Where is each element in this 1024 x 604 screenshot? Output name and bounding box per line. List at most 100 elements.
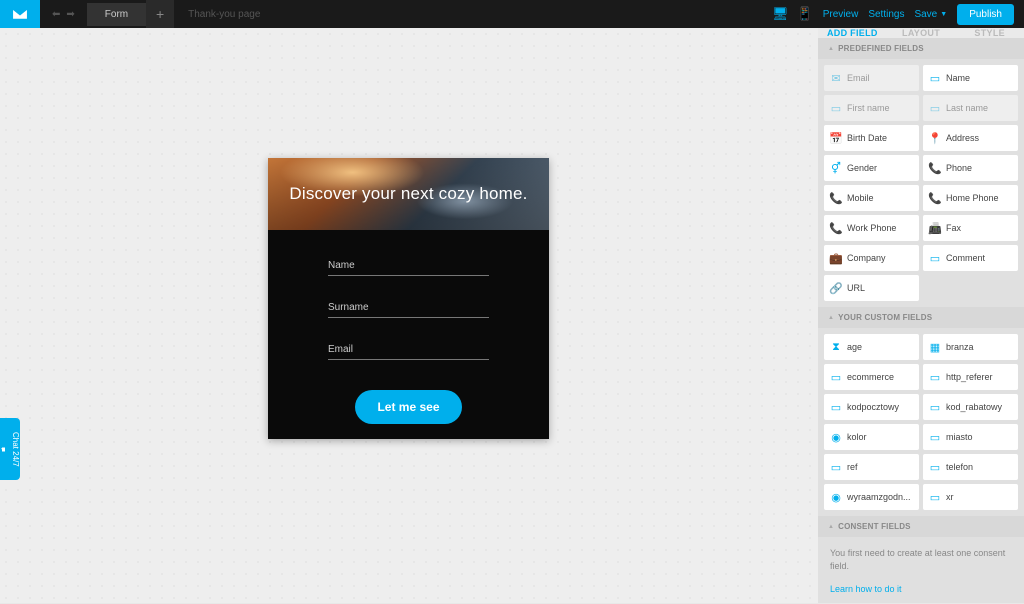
field-label: Comment	[946, 253, 985, 263]
field-label: miasto	[946, 432, 973, 442]
section-consent[interactable]: CONSENT FIELDS	[818, 516, 1024, 537]
back-arrow-icon[interactable]: ⬅	[52, 9, 60, 20]
chevron-down-icon: ▼	[940, 11, 947, 18]
link-icon: 🔗	[830, 282, 842, 294]
field-label: kodpocztowy	[847, 402, 899, 412]
hourglass-icon: ⧗	[830, 341, 842, 353]
tab-layout[interactable]: LAYOUT	[887, 28, 956, 38]
forward-arrow-icon[interactable]: ➡	[66, 9, 74, 20]
submit-button[interactable]: Let me see	[355, 390, 461, 424]
field-label: URL	[847, 283, 865, 293]
tab-style[interactable]: STYLE	[955, 28, 1024, 38]
field-label: age	[847, 342, 862, 352]
field-birth-date[interactable]: 📅 Birth Date	[824, 125, 919, 151]
history-arrows: ⬅ ➡	[40, 9, 87, 20]
email-input[interactable]	[328, 340, 489, 360]
field-fax[interactable]: 📠 Fax	[923, 215, 1018, 241]
field-name[interactable]: ▭ Name	[923, 65, 1018, 91]
field-label: ref	[847, 462, 858, 472]
tab-thank-you[interactable]: Thank-you page	[174, 3, 274, 26]
field-url[interactable]: 🔗 URL	[824, 275, 919, 301]
field-label: Home Phone	[946, 193, 999, 203]
pin-icon: 📍	[929, 132, 941, 144]
field-wyraamzgodn-[interactable]: ◉wyraamzgodn...	[824, 484, 919, 510]
save-dropdown[interactable]: Save ▼	[914, 9, 947, 20]
field-label: kod_rabatowy	[946, 402, 1002, 412]
settings-link[interactable]: Settings	[868, 9, 904, 20]
preview-link[interactable]: Preview	[823, 9, 859, 20]
box-icon: ▭	[830, 401, 842, 413]
section-predefined[interactable]: PREDEFINED FIELDS	[818, 38, 1024, 59]
field-home-phone[interactable]: 📞Home Phone	[923, 185, 1018, 211]
field-label: kolor	[847, 432, 867, 442]
field-last-name: ▭Last name	[923, 95, 1018, 121]
box-icon: ▭	[929, 401, 941, 413]
name-input[interactable]	[328, 256, 489, 276]
field-label: Fax	[946, 223, 961, 233]
field-age[interactable]: ⧗ age	[824, 334, 919, 360]
field-kodpocztowy[interactable]: ▭ kodpocztowy	[824, 394, 919, 420]
mail-icon: ✉	[830, 72, 842, 84]
logo[interactable]	[0, 0, 40, 28]
field-label: http_referer	[946, 372, 993, 382]
chat-tab[interactable]: Chat 24/7	[0, 418, 20, 480]
field-kolor[interactable]: ◉ kolor	[824, 424, 919, 450]
box-icon: ▭	[929, 72, 941, 84]
field-label: branza	[946, 342, 974, 352]
field-miasto[interactable]: ▭ miasto	[923, 424, 1018, 450]
desktop-icon[interactable]: 🖥	[772, 6, 789, 22]
box-icon: ▭	[830, 461, 842, 473]
field-label: Gender	[847, 163, 877, 173]
field-phone[interactable]: 📞 Phone	[923, 155, 1018, 181]
radio-icon: ◉	[830, 431, 842, 443]
box-icon: ▭	[929, 431, 941, 443]
field-company[interactable]: 💼 Company	[824, 245, 919, 271]
box-icon: ▭	[929, 491, 941, 503]
field-label: Name	[946, 73, 970, 83]
field-label: Email	[847, 73, 870, 83]
box-icon: ▭	[929, 102, 941, 114]
fax-icon: 📠	[929, 222, 941, 234]
field-comment[interactable]: ▭Comment	[923, 245, 1018, 271]
field-label: ecommerce	[847, 372, 894, 382]
field-label: Phone	[946, 163, 972, 173]
phone-icon: 📞	[830, 222, 842, 234]
publish-button[interactable]: Publish	[957, 4, 1014, 25]
field-work-phone[interactable]: 📞 Work Phone	[824, 215, 919, 241]
consent-text: You first need to create at least one co…	[818, 537, 1024, 582]
field-gender[interactable]: ⚥Gender	[824, 155, 919, 181]
mobile-icon[interactable]: 📱	[797, 6, 813, 22]
field-telefon[interactable]: ▭telefon	[923, 454, 1018, 480]
add-tab-button[interactable]: +	[146, 0, 174, 28]
canvas[interactable]: Discover your next cozy home. Let me see…	[0, 28, 818, 603]
box-icon: ▭	[929, 461, 941, 473]
field-mobile[interactable]: 📞Mobile	[824, 185, 919, 211]
field-label: Mobile	[847, 193, 874, 203]
field-branza[interactable]: ▦ branza	[923, 334, 1018, 360]
surname-input[interactable]	[328, 298, 489, 318]
chat-label: Chat 24/7	[11, 432, 20, 467]
briefcase-icon: 💼	[830, 252, 842, 264]
calendar-icon: 📅	[830, 132, 842, 144]
chat-icon	[0, 446, 9, 452]
field-ref[interactable]: ▭ ref	[824, 454, 919, 480]
field-xr[interactable]: ▭xr	[923, 484, 1018, 510]
field-label: Work Phone	[847, 223, 896, 233]
field-kod-rabatowy[interactable]: ▭ kod_rabatowy	[923, 394, 1018, 420]
field-ecommerce[interactable]: ▭ecommerce	[824, 364, 919, 390]
phone-icon: 📞	[929, 162, 941, 174]
form-preview[interactable]: Discover your next cozy home. Let me see	[268, 158, 549, 439]
field-http-referer[interactable]: ▭http_referer	[923, 364, 1018, 390]
field-email: ✉ Email	[824, 65, 919, 91]
top-bar: ⬅ ➡ Form + Thank-you page 🖥 📱 Preview Se…	[0, 0, 1024, 28]
box-icon: ▭	[830, 102, 842, 114]
field-label: Birth Date	[847, 133, 887, 143]
field-address[interactable]: 📍 Address	[923, 125, 1018, 151]
field-label: Address	[946, 133, 979, 143]
consent-link[interactable]: Learn how to do it	[818, 582, 1024, 604]
tab-add-field[interactable]: ADD FIELD	[818, 28, 887, 38]
section-custom[interactable]: YOUR CUSTOM FIELDS	[818, 307, 1024, 328]
grid-icon: ▦	[929, 341, 941, 353]
tab-form[interactable]: Form	[87, 3, 146, 26]
field-label: Company	[847, 253, 886, 263]
